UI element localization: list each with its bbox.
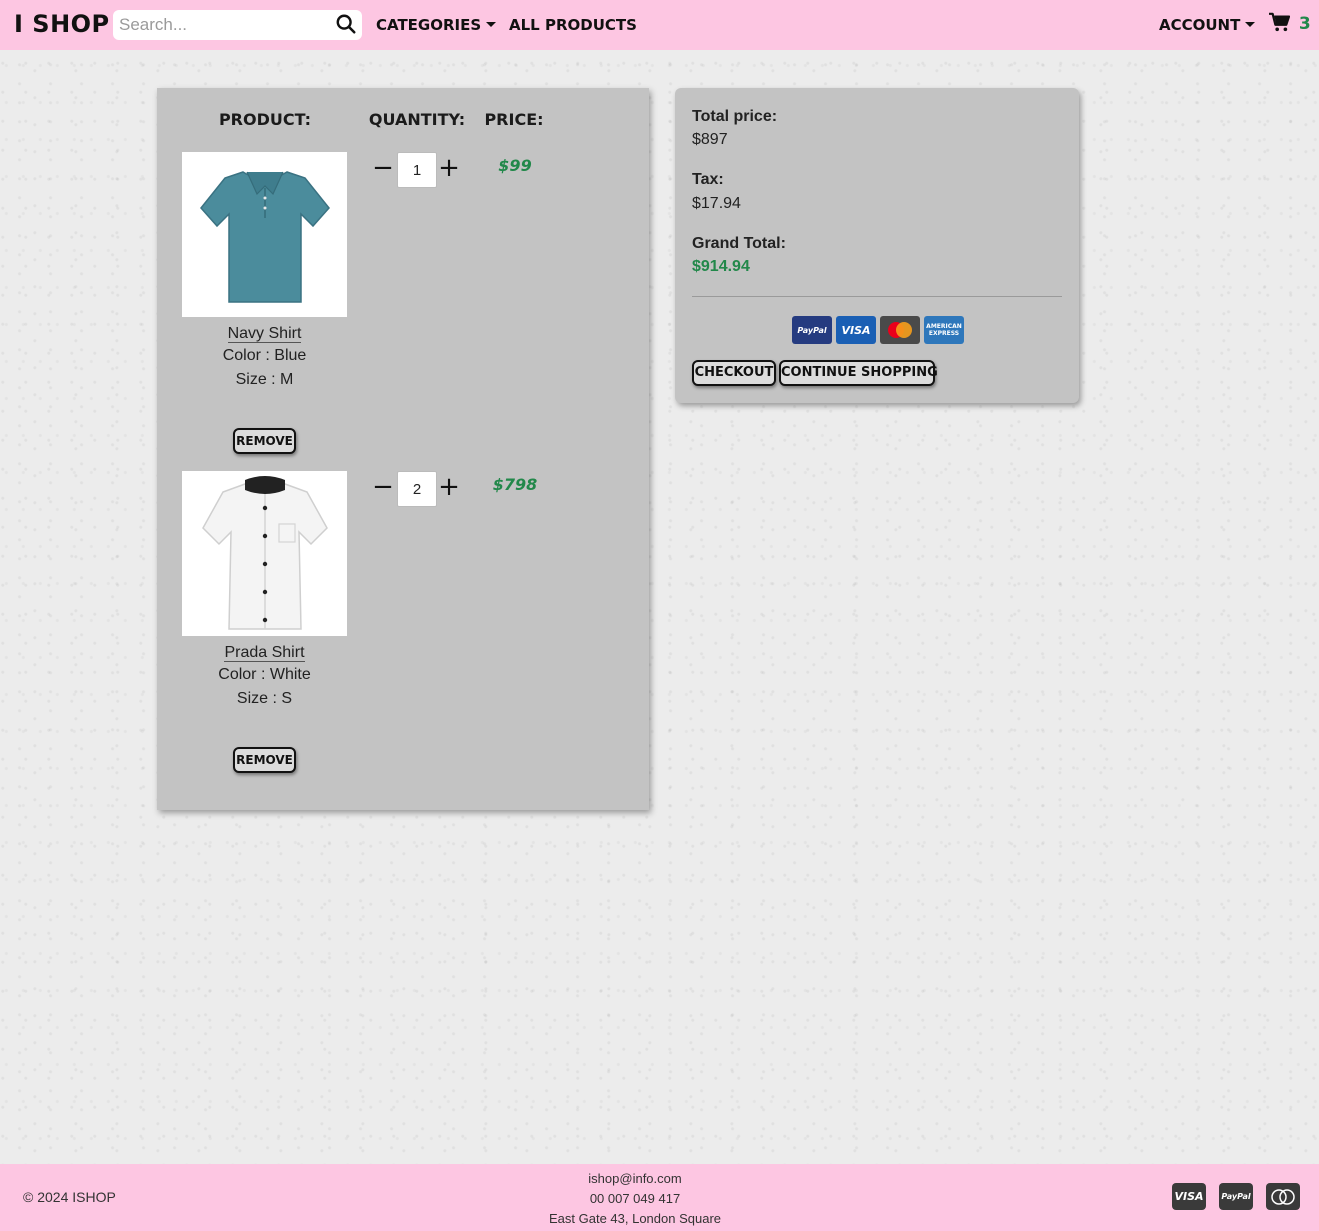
- remove-button[interactable]: REMOVE: [233, 428, 296, 454]
- continue-shopping-button[interactable]: CONTINUE SHOPPING: [779, 360, 938, 386]
- quantity-input[interactable]: [397, 471, 437, 507]
- payment-methods: PayPal VISA AMERICAN EXPRESS: [792, 316, 964, 344]
- quantity-increase-button[interactable]: +: [438, 474, 460, 501]
- checkout-button[interactable]: CHECKOUT: [692, 360, 776, 386]
- order-summary-panel: Total price: $897 Tax: $17.94 Grand Tota…: [675, 88, 1079, 403]
- product-name: Prada Shirt: [182, 642, 347, 664]
- paypal-icon: PayPal: [792, 316, 832, 344]
- visa-icon: VISA: [836, 316, 876, 344]
- mastercard-icon: [880, 316, 920, 344]
- copyright: © 2024 ISHOP: [23, 1189, 116, 1205]
- cart-button[interactable]: 3: [1268, 12, 1311, 38]
- nav-account-dropdown[interactable]: ACCOUNT: [1159, 15, 1256, 37]
- product-name: Navy Shirt: [182, 323, 347, 345]
- cart-count: 3: [1298, 14, 1311, 34]
- quantity-increase-button[interactable]: +: [438, 155, 460, 182]
- product-size: Size : S: [236, 690, 293, 707]
- remove-button[interactable]: REMOVE: [233, 747, 296, 773]
- cart-panel: PRODUCT: QUANTITY: PRICE: Navy Shirt Col…: [157, 88, 649, 810]
- cart-item: Navy Shirt Color : Blue Size : M REMOVE …: [157, 152, 649, 472]
- nav-all-products-label: ALL PRODUCTS: [509, 16, 637, 34]
- chevron-down-icon: [1245, 22, 1256, 27]
- contact-address: East Gate 43, London Square: [548, 1211, 721, 1226]
- contact-email[interactable]: ishop@info.com: [485, 1169, 785, 1189]
- search-input[interactable]: [113, 10, 333, 40]
- product-name-link[interactable]: Prada Shirt: [224, 644, 305, 662]
- quantity-input[interactable]: [397, 152, 437, 188]
- item-price: $798: [492, 475, 538, 494]
- quantity-decrease-button[interactable]: −: [372, 155, 394, 182]
- product-image[interactable]: [182, 471, 347, 636]
- paypal-icon: PayPal: [1219, 1183, 1253, 1210]
- header-product: PRODUCT:: [218, 110, 312, 129]
- search-box: [113, 10, 362, 40]
- nav-categories-label: CATEGORIES: [376, 16, 482, 34]
- product-name-link[interactable]: Navy Shirt: [227, 325, 302, 343]
- navbar: I SHOP CATEGORIES ALL PRODUCTS ACCOUNT 3: [0, 0, 1319, 50]
- amex-icon: AMERICAN EXPRESS: [924, 316, 964, 344]
- mastercard-icon: [1266, 1183, 1300, 1210]
- tax-value: $17.94: [692, 195, 741, 212]
- total-price-label: Total price:: [692, 108, 778, 125]
- cart-icon: [1268, 12, 1296, 34]
- tax-label: Tax:: [692, 171, 724, 188]
- white-shirt-image: [201, 475, 328, 630]
- product-image[interactable]: [182, 152, 347, 317]
- header-price: PRICE:: [484, 110, 544, 129]
- product-color: Color : White: [218, 666, 311, 683]
- divider: [692, 296, 1062, 297]
- grand-total-value: $914.94: [692, 258, 750, 275]
- chevron-down-icon: [486, 22, 497, 27]
- search-icon[interactable]: [335, 13, 359, 37]
- nav-categories-dropdown[interactable]: CATEGORIES: [376, 15, 497, 37]
- brand-logo[interactable]: I SHOP: [14, 10, 110, 38]
- nav-all-products[interactable]: ALL PRODUCTS: [509, 15, 637, 37]
- footer: © 2024 ISHOP ishop@info.com 00 007 049 4…: [0, 1164, 1319, 1231]
- contact-phone: 00 007 049 417: [589, 1191, 681, 1206]
- cart-item: Prada Shirt Color : White Size : S REMOV…: [157, 471, 649, 791]
- polo-shirt-image: [199, 170, 330, 303]
- product-color: Color : Blue: [222, 347, 307, 364]
- total-price-value: $897: [692, 131, 728, 148]
- header-quantity: QUANTITY:: [368, 110, 466, 129]
- product-size: Size : M: [235, 371, 294, 388]
- item-price: $99: [498, 156, 532, 175]
- grand-total-label: Grand Total:: [692, 235, 786, 252]
- visa-icon: VISA: [1172, 1183, 1206, 1210]
- quantity-decrease-button[interactable]: −: [372, 474, 394, 501]
- nav-account-label: ACCOUNT: [1159, 16, 1241, 34]
